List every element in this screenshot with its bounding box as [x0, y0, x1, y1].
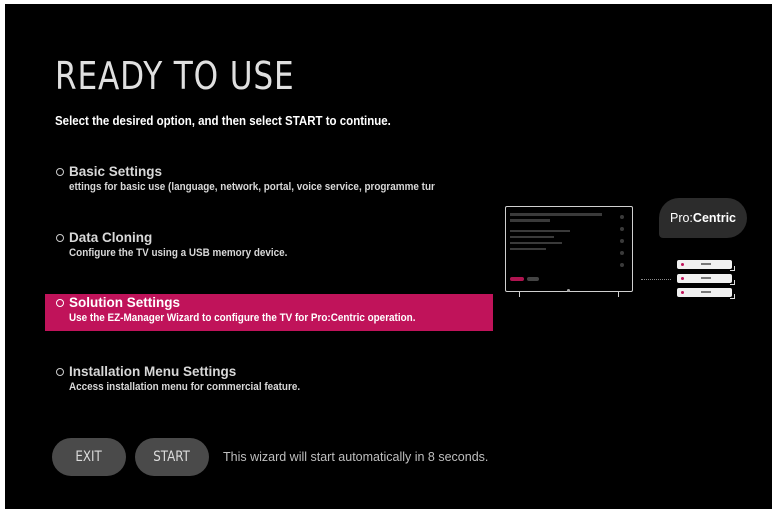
option-name: Data Cloning [69, 230, 153, 245]
page-title: READY TO USE [55, 54, 295, 98]
option-installation-menu-settings[interactable]: Installation Menu Settings Access instal… [45, 363, 493, 400]
tv-illustration-icon [505, 206, 633, 292]
option-data-cloning[interactable]: Data Cloning Configure the TV using a US… [45, 229, 493, 266]
radio-bullet-icon [56, 299, 64, 307]
server-icon [677, 288, 735, 299]
start-button[interactable]: START [135, 438, 209, 476]
option-description: Use the EZ-Manager Wizard to configure t… [69, 312, 416, 324]
option-name: Solution Settings [69, 295, 180, 310]
page-subtitle: Select the desired option, and then sele… [55, 114, 391, 128]
option-name: Basic Settings [69, 164, 163, 179]
option-name: Installation Menu Settings [69, 364, 237, 379]
wizard-screen: READY TO USE Select the desired option, … [5, 4, 772, 509]
option-description: Access installation menu for commercial … [69, 381, 301, 393]
procentric-badge: Pro: Centric [659, 198, 747, 238]
tv-leg [618, 291, 619, 297]
countdown-text: This wizard will start automatically in … [223, 450, 489, 464]
option-description: ettings for basic use (language, network… [69, 181, 435, 193]
server-icon [677, 260, 735, 271]
server-icon [677, 274, 735, 285]
radio-bullet-icon [56, 168, 64, 176]
option-description: Configure the TV using a USB memory devi… [69, 247, 288, 259]
option-basic-settings[interactable]: Basic Settings ettings for basic use (la… [45, 163, 493, 200]
radio-bullet-icon [56, 368, 64, 376]
option-solution-settings[interactable]: Solution Settings Use the EZ-Manager Wiz… [45, 294, 493, 331]
tv-leg [519, 291, 520, 297]
exit-button[interactable]: EXIT [52, 438, 126, 476]
radio-bullet-icon [56, 234, 64, 242]
connection-line [641, 279, 671, 280]
